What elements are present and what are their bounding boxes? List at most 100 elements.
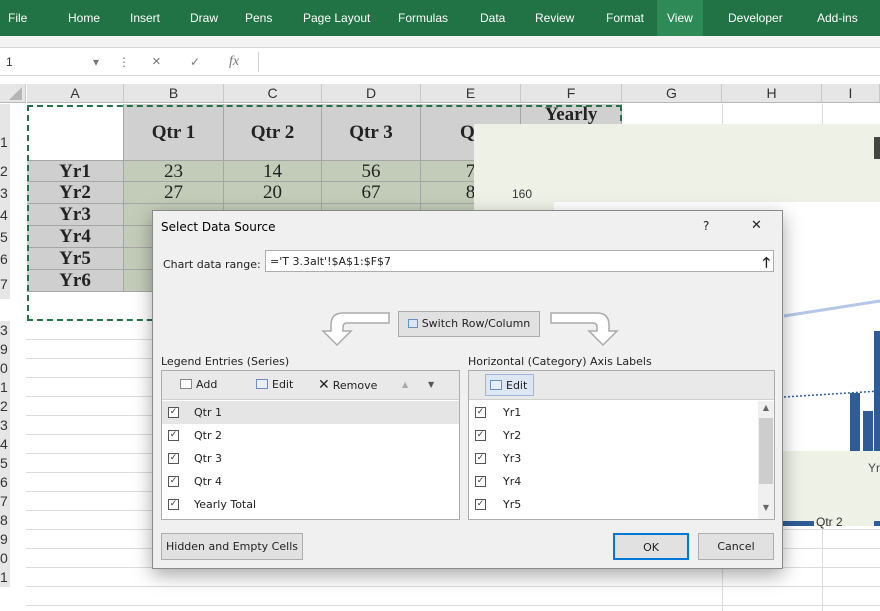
row-header-1[interactable]: 1 bbox=[0, 104, 10, 161]
column-header-h[interactable]: H bbox=[722, 84, 822, 103]
axis-scrollbar[interactable]: ▲ ▼ bbox=[758, 401, 774, 519]
ribbon-tab-data[interactable]: Data bbox=[480, 0, 505, 36]
name-box-dropdown-icon[interactable]: ▾ bbox=[93, 48, 99, 76]
row-header-3[interactable]: 3 bbox=[0, 182, 10, 204]
dialog-title: Select Data Source bbox=[161, 220, 276, 234]
name-box[interactable]: 1 bbox=[6, 48, 13, 76]
axis-item[interactable]: ✓ Yr4 bbox=[469, 470, 757, 493]
enter-entry-icon[interactable]: ✓ bbox=[190, 48, 200, 76]
checkbox[interactable]: ✓ bbox=[168, 499, 179, 510]
ribbon-tab-add-ins[interactable]: Add-ins bbox=[817, 0, 858, 36]
chart-title-fragment bbox=[874, 137, 880, 159]
row-header-2[interactable]: 2 bbox=[0, 161, 10, 182]
row-header-6[interactable]: 6 bbox=[0, 248, 10, 270]
legend-item[interactable]: ✓ Qtr 3 bbox=[162, 447, 459, 470]
ribbon-tab-formulas[interactable]: Formulas bbox=[398, 0, 448, 36]
row-header-7[interactable]: 7 bbox=[0, 270, 10, 299]
checkbox[interactable]: ✓ bbox=[168, 430, 179, 441]
axis-item[interactable]: ✓ Yr5 bbox=[469, 493, 757, 516]
checkbox[interactable]: ✓ bbox=[168, 453, 179, 464]
row-header-16[interactable]: 6 bbox=[0, 473, 10, 492]
row-header-15[interactable]: 5 bbox=[0, 454, 10, 473]
chart-data-range-input[interactable]: ='T 3.3alt'!$A$1:$F$7 🡑 bbox=[265, 250, 774, 272]
row-header-12[interactable]: 2 bbox=[0, 397, 10, 416]
row-header-4[interactable]: 4 bbox=[0, 204, 10, 226]
series-line bbox=[783, 299, 880, 318]
add-series-button[interactable]: Add bbox=[176, 374, 217, 396]
gridline-row bbox=[26, 605, 880, 606]
remove-series-button[interactable]: ✕ Remove bbox=[314, 374, 377, 396]
ok-button[interactable]: OK bbox=[613, 533, 689, 560]
checkbox[interactable]: ✓ bbox=[475, 430, 486, 441]
curved-arrow-left-icon bbox=[321, 312, 390, 347]
select-all-corner[interactable] bbox=[0, 84, 26, 103]
row-header-21[interactable]: 1 bbox=[0, 568, 10, 587]
ribbon-tab-draw[interactable]: Draw bbox=[190, 0, 218, 36]
ribbon-tab-pens[interactable]: Pens bbox=[245, 0, 272, 36]
axis-item[interactable]: ✓ Yr2 bbox=[469, 424, 757, 447]
remove-icon: ✕ bbox=[318, 377, 330, 393]
checkbox[interactable]: ✓ bbox=[168, 476, 179, 487]
scroll-up-icon[interactable]: ▲ bbox=[758, 403, 774, 415]
column-header-d[interactable]: D bbox=[322, 84, 421, 103]
ribbon-tab-home[interactable]: Home bbox=[68, 0, 100, 36]
checkbox[interactable]: ✓ bbox=[168, 407, 179, 418]
checkbox[interactable]: ✓ bbox=[475, 499, 486, 510]
hidden-empty-cells-button[interactable]: Hidden and Empty Cells bbox=[161, 533, 303, 560]
ribbon-tab-format[interactable]: Format bbox=[606, 0, 644, 36]
move-down-button[interactable]: ▼ bbox=[424, 374, 434, 396]
column-header-b[interactable]: B bbox=[124, 84, 224, 103]
row-header-18[interactable]: 8 bbox=[0, 511, 10, 530]
edit-series-button[interactable]: Edit bbox=[252, 374, 293, 396]
column-header-g[interactable]: G bbox=[622, 84, 722, 103]
column-header-f[interactable]: F bbox=[521, 84, 622, 103]
row-header-20[interactable]: 0 bbox=[0, 549, 10, 568]
column-header-c[interactable]: C bbox=[224, 84, 322, 103]
row-header-8[interactable]: 3 bbox=[0, 321, 10, 340]
checkbox[interactable]: ✓ bbox=[475, 453, 486, 464]
ribbon-tab-review[interactable]: Review bbox=[535, 0, 574, 36]
insert-function-icon[interactable]: fx bbox=[229, 48, 239, 76]
legend-item[interactable]: ✓ Yearly Total bbox=[162, 493, 459, 516]
row-header-19[interactable]: 9 bbox=[0, 530, 10, 549]
row-header-14[interactable]: 4 bbox=[0, 435, 10, 454]
row-header-10[interactable]: 0 bbox=[0, 359, 10, 378]
row-header-17[interactable]: 7 bbox=[0, 492, 10, 511]
cancel-entry-icon[interactable]: × bbox=[152, 48, 161, 76]
column-header-e[interactable]: E bbox=[421, 84, 521, 103]
column-header-a[interactable]: A bbox=[27, 84, 124, 103]
checkbox[interactable]: ✓ bbox=[475, 407, 486, 418]
close-button[interactable]: ✕ bbox=[751, 218, 762, 233]
scroll-thumb[interactable] bbox=[759, 418, 773, 484]
axis-labels-label: Horizontal (Category) Axis Labels bbox=[468, 355, 652, 368]
scroll-down-icon[interactable]: ▼ bbox=[758, 503, 774, 515]
bar bbox=[850, 393, 860, 451]
column-header-i[interactable]: I bbox=[822, 84, 880, 103]
row-header-5[interactable]: 5 bbox=[0, 226, 10, 248]
row-header-13[interactable]: 3 bbox=[0, 416, 10, 435]
ribbon-tab-insert[interactable]: Insert bbox=[130, 0, 160, 36]
legend-item[interactable]: ✓ Qtr 4 bbox=[162, 470, 459, 493]
axis-items: ✓ Yr1 ✓ Yr2 ✓ Yr3 ✓ Yr4 ✓ Yr5 bbox=[469, 401, 757, 519]
formula-input[interactable] bbox=[262, 50, 874, 74]
row-header-11[interactable]: 1 bbox=[0, 378, 10, 397]
help-button[interactable]: ? bbox=[703, 219, 709, 233]
collapse-range-icon[interactable]: 🡑 bbox=[763, 252, 770, 276]
cancel-button[interactable]: Cancel bbox=[698, 533, 774, 560]
ribbon-tab-developer[interactable]: Developer bbox=[728, 0, 783, 36]
ribbon-tab-page-layout[interactable]: Page Layout bbox=[303, 0, 370, 36]
select-data-source-dialog: Select Data Source ? ✕ Chart data range:… bbox=[152, 210, 783, 569]
edit-axis-button[interactable]: Edit bbox=[485, 374, 535, 396]
splitter-icon: ⋮ bbox=[118, 55, 130, 69]
checkbox[interactable]: ✓ bbox=[475, 476, 486, 487]
ribbon-tab-file[interactable]: File bbox=[8, 0, 27, 36]
row-header-9[interactable]: 9 bbox=[0, 340, 10, 359]
switch-row-column-button[interactable]: Switch Row/Column bbox=[398, 311, 540, 337]
legend-item[interactable]: ✓ Qtr 2 bbox=[162, 424, 459, 447]
legend-swatch-next bbox=[874, 521, 880, 526]
ribbon-tab-view[interactable]: View bbox=[657, 0, 703, 36]
axis-item[interactable]: ✓ Yr3 bbox=[469, 447, 757, 470]
axis-item[interactable]: ✓ Yr1 bbox=[469, 401, 757, 424]
move-up-button[interactable]: ▲ bbox=[398, 374, 408, 396]
legend-item[interactable]: ✓ Qtr 1 bbox=[162, 401, 459, 424]
